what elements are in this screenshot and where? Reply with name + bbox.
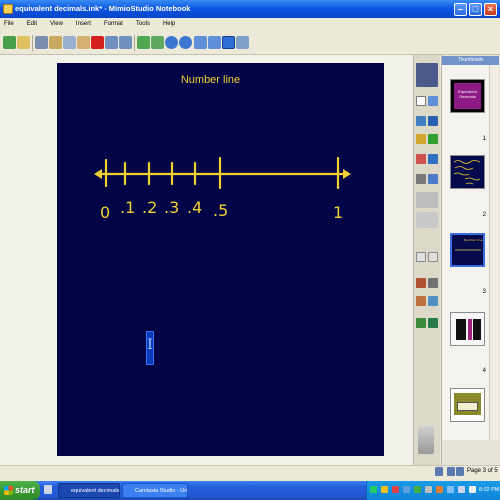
thumbnail-page-2[interactable] bbox=[450, 155, 485, 189]
thumbnail-page-3[interactable]: Number line bbox=[450, 233, 485, 267]
trash-can-icon[interactable] bbox=[418, 426, 434, 454]
thumbnail-header: Thumbnails bbox=[442, 56, 499, 65]
highlighter-icon[interactable] bbox=[416, 134, 426, 144]
thumbnail-number: 2 bbox=[482, 212, 486, 218]
number-line-label: .5 bbox=[213, 201, 228, 220]
gallery-icon[interactable] bbox=[428, 296, 438, 306]
web-icon[interactable] bbox=[428, 318, 438, 328]
pen-status-icon[interactable] bbox=[435, 467, 443, 476]
tray-icon[interactable] bbox=[447, 486, 454, 493]
number-line-label: .4 bbox=[187, 198, 202, 217]
tray-icon[interactable] bbox=[436, 486, 443, 493]
tool-slot-icon[interactable] bbox=[416, 252, 426, 262]
quick-launch-icon[interactable] bbox=[44, 485, 52, 494]
thumbnail-page-5[interactable] bbox=[450, 388, 485, 422]
thumbnail-page-4[interactable] bbox=[450, 312, 485, 346]
thumbnail-1-text: Equivalent Decimals bbox=[454, 83, 481, 109]
volume-icon[interactable] bbox=[469, 486, 476, 493]
taskbar-task-camtasia[interactable]: Camtasia Studio - Unt... bbox=[122, 483, 188, 498]
number-line-label: .3 bbox=[164, 198, 179, 217]
screen-capture-icon[interactable] bbox=[416, 296, 426, 306]
page-next-icon[interactable] bbox=[456, 467, 464, 476]
recorder-icon[interactable] bbox=[416, 318, 426, 328]
number-line-label: .1 bbox=[120, 198, 135, 217]
number-line-left-arrow bbox=[94, 169, 102, 179]
thumbnail-number: 1 bbox=[482, 136, 486, 142]
thumbnail-number: 3 bbox=[482, 289, 486, 295]
text-tool-icon[interactable] bbox=[428, 116, 438, 126]
thumbnail-page-1[interactable]: Equivalent Decimals bbox=[450, 79, 485, 113]
number-line-label: 1 bbox=[333, 203, 343, 222]
line-icon[interactable] bbox=[416, 174, 426, 184]
page-indicator: Page 3 of 5 bbox=[467, 468, 498, 474]
pen-icon[interactable] bbox=[416, 116, 426, 126]
tray-icon[interactable] bbox=[458, 486, 465, 493]
svg-text:Number line: Number line bbox=[464, 238, 483, 242]
thumbnail-number: 4 bbox=[482, 368, 486, 374]
thumbnail-2-handwriting bbox=[453, 160, 481, 185]
clock: 8:02 PM bbox=[479, 487, 500, 493]
mimio-logo-icon bbox=[416, 63, 438, 87]
zoom-tool-icon[interactable] bbox=[428, 96, 438, 106]
windows-logo-icon bbox=[4, 486, 13, 495]
tray-icon[interactable] bbox=[381, 486, 388, 493]
thumbnail-scrollbar[interactable] bbox=[489, 65, 499, 440]
rectangle-icon[interactable] bbox=[428, 154, 438, 164]
tray-icon[interactable] bbox=[392, 486, 399, 493]
status-bar bbox=[0, 465, 500, 481]
tray-icon[interactable] bbox=[414, 486, 421, 493]
tray-icon[interactable] bbox=[370, 486, 377, 493]
number-line-label: .2 bbox=[142, 198, 157, 217]
thumbnail-3-number-line: Number line bbox=[455, 238, 483, 251]
taskbar-task-notebook[interactable]: equivalent decimals.i... bbox=[58, 483, 120, 498]
number-line-label: 0 bbox=[100, 203, 110, 222]
reveal-icon[interactable] bbox=[416, 278, 426, 288]
shape-icon[interactable] bbox=[428, 134, 438, 144]
tray-icon[interactable] bbox=[425, 486, 432, 493]
color-palette-icon[interactable] bbox=[416, 192, 438, 208]
tool-slot-icon[interactable] bbox=[428, 252, 438, 262]
number-line-right-arrow bbox=[343, 169, 351, 179]
select-arrow-icon[interactable] bbox=[416, 96, 426, 106]
page-prev-icon[interactable] bbox=[447, 467, 455, 476]
fill-icon[interactable] bbox=[428, 174, 438, 184]
tray-icon[interactable] bbox=[403, 486, 410, 493]
line-width-icon[interactable] bbox=[416, 212, 438, 228]
spotlight-icon[interactable] bbox=[428, 278, 438, 288]
eraser-icon[interactable] bbox=[416, 154, 426, 164]
text-cursor-icon: I bbox=[147, 337, 153, 353]
